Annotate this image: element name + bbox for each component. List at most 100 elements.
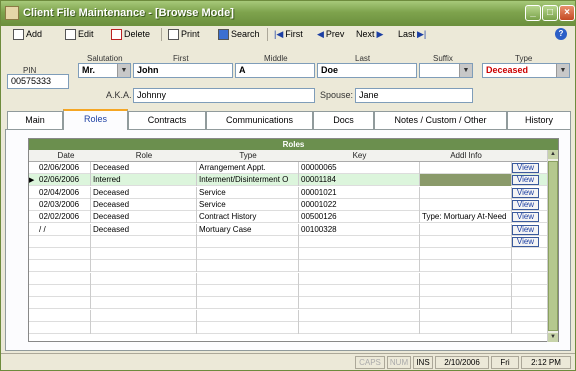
cell-key[interactable]: 00001021 (299, 186, 420, 199)
cell-role[interactable]: Deceased (91, 162, 197, 174)
cell-date[interactable] (37, 285, 91, 297)
cell-date[interactable]: 02/04/2006 (37, 186, 91, 199)
scroll-up-icon[interactable]: ▲ (548, 150, 558, 159)
search-button[interactable]: Search (218, 27, 260, 42)
cell-date[interactable] (37, 260, 91, 273)
cell-date[interactable] (37, 235, 91, 248)
view-button[interactable]: View (512, 224, 539, 235)
table-row[interactable]: 02/03/2006 Deceased Service 00001022 View (29, 198, 547, 211)
table-row[interactable] (29, 309, 547, 322)
first-button[interactable]: |◀ First (274, 27, 303, 42)
cell-type[interactable] (197, 285, 299, 297)
cell-info[interactable] (420, 248, 512, 261)
cell-role[interactable] (91, 297, 197, 310)
help-icon[interactable]: ? (555, 28, 567, 40)
cell-info[interactable] (420, 309, 512, 322)
cell-type[interactable] (197, 272, 299, 285)
cell-date[interactable] (37, 309, 91, 322)
cell-info[interactable] (420, 235, 512, 248)
cell-role[interactable]: Interred (91, 174, 197, 187)
maximize-button[interactable]: □ (542, 5, 558, 21)
type-select[interactable]: Deceased ▼ (482, 63, 570, 78)
cell-role[interactable]: Deceased (91, 198, 197, 211)
table-row[interactable]: 02/06/2006 Deceased Arrangement Appt. 00000… (29, 162, 547, 174)
middle-name-field[interactable]: A (235, 63, 315, 78)
table-row[interactable] (29, 272, 547, 285)
column-header-date[interactable]: Date (37, 150, 95, 162)
cell-type[interactable] (197, 235, 299, 248)
column-header-role[interactable]: Role (91, 150, 197, 162)
next-button[interactable]: Next ▶ (356, 27, 383, 42)
cell-type[interactable]: Service (197, 198, 299, 211)
table-row[interactable]: / / Deceased Mortuary Case 00100328 View (29, 223, 547, 236)
scroll-down-icon[interactable]: ▼ (548, 333, 558, 342)
cell-key[interactable] (299, 248, 420, 261)
cell-role[interactable] (91, 321, 197, 334)
column-header-type[interactable]: Type (197, 150, 299, 162)
last-button[interactable]: Last ▶| (398, 27, 426, 42)
cell-type[interactable]: Interment/Disinterment O (197, 174, 299, 187)
cell-type[interactable] (197, 321, 299, 334)
cell-type[interactable]: Service (197, 186, 299, 199)
column-header-key[interactable]: Key (299, 150, 420, 162)
cell-date[interactable]: 02/06/2006 (37, 174, 91, 187)
salutation-select[interactable]: Mr. ▼ (78, 63, 131, 78)
suffix-select[interactable]: ▼ (419, 63, 473, 78)
cell-info[interactable] (420, 285, 512, 297)
add-button[interactable]: Add (13, 27, 42, 42)
cell-key[interactable]: 00001184 (299, 174, 420, 187)
cell-type[interactable]: Arrangement Appt. (197, 162, 299, 174)
first-name-field[interactable]: John (133, 63, 233, 78)
cell-type[interactable] (197, 297, 299, 310)
cell-info[interactable] (420, 162, 512, 174)
cell-key[interactable] (299, 235, 420, 248)
aka-field[interactable]: Johnny (133, 88, 315, 103)
table-row[interactable]: ▶ 02/06/2006 Interred Interment/Disintermen… (29, 174, 547, 187)
cell-info[interactable] (420, 186, 512, 199)
cell-key[interactable] (299, 285, 420, 297)
title-bar[interactable]: Client File Maintenance - [Browse Mode] … (1, 1, 575, 26)
view-button[interactable]: View (512, 175, 539, 186)
cell-key[interactable] (299, 272, 420, 285)
vertical-scrollbar[interactable]: ▲ ▼ (547, 150, 558, 342)
table-row[interactable] (29, 321, 547, 334)
cell-role[interactable] (91, 309, 197, 322)
chevron-down-icon[interactable]: ▼ (556, 64, 569, 77)
table-row[interactable] (29, 260, 547, 273)
cell-info[interactable] (420, 321, 512, 334)
column-header-addl-info[interactable]: Addl Info (420, 150, 512, 162)
cell-type[interactable] (197, 309, 299, 322)
cell-key[interactable]: 00000065 (299, 162, 420, 174)
tab-history[interactable]: History (507, 111, 571, 129)
cell-key[interactable] (299, 309, 420, 322)
view-button[interactable]: View (512, 236, 539, 247)
tab-main[interactable]: Main (7, 111, 63, 129)
cell-key[interactable] (299, 260, 420, 273)
tab-notes[interactable]: Notes / Custom / Other (374, 111, 507, 129)
cell-type[interactable] (197, 248, 299, 261)
cell-role[interactable]: Deceased (91, 186, 197, 199)
spouse-field[interactable]: Jane (355, 88, 473, 103)
cell-key[interactable]: 00001022 (299, 198, 420, 211)
delete-button[interactable]: Delete (111, 27, 150, 42)
cell-role[interactable]: Deceased (91, 211, 197, 224)
cell-role[interactable] (91, 248, 197, 261)
cell-key[interactable]: 00100328 (299, 223, 420, 236)
chevron-down-icon[interactable]: ▼ (459, 64, 472, 77)
cell-role[interactable] (91, 285, 197, 297)
view-button[interactable]: View (512, 187, 539, 198)
cell-info[interactable] (420, 223, 512, 236)
last-name-field[interactable]: Doe (317, 63, 417, 78)
cell-key[interactable]: 00500126 (299, 211, 420, 224)
cell-date[interactable]: 02/06/2006 (37, 162, 91, 174)
table-row[interactable]: 02/02/2006 Deceased Contract History 005001… (29, 211, 547, 224)
cell-key[interactable] (299, 297, 420, 310)
cell-date[interactable] (37, 321, 91, 334)
cell-key[interactable] (299, 321, 420, 334)
print-button[interactable]: Print (168, 27, 200, 42)
tab-roles[interactable]: Roles (63, 109, 128, 130)
table-row[interactable] (29, 297, 547, 310)
cell-date[interactable] (37, 272, 91, 285)
view-button[interactable]: View (512, 212, 539, 223)
cell-date[interactable]: 02/03/2006 (37, 198, 91, 211)
